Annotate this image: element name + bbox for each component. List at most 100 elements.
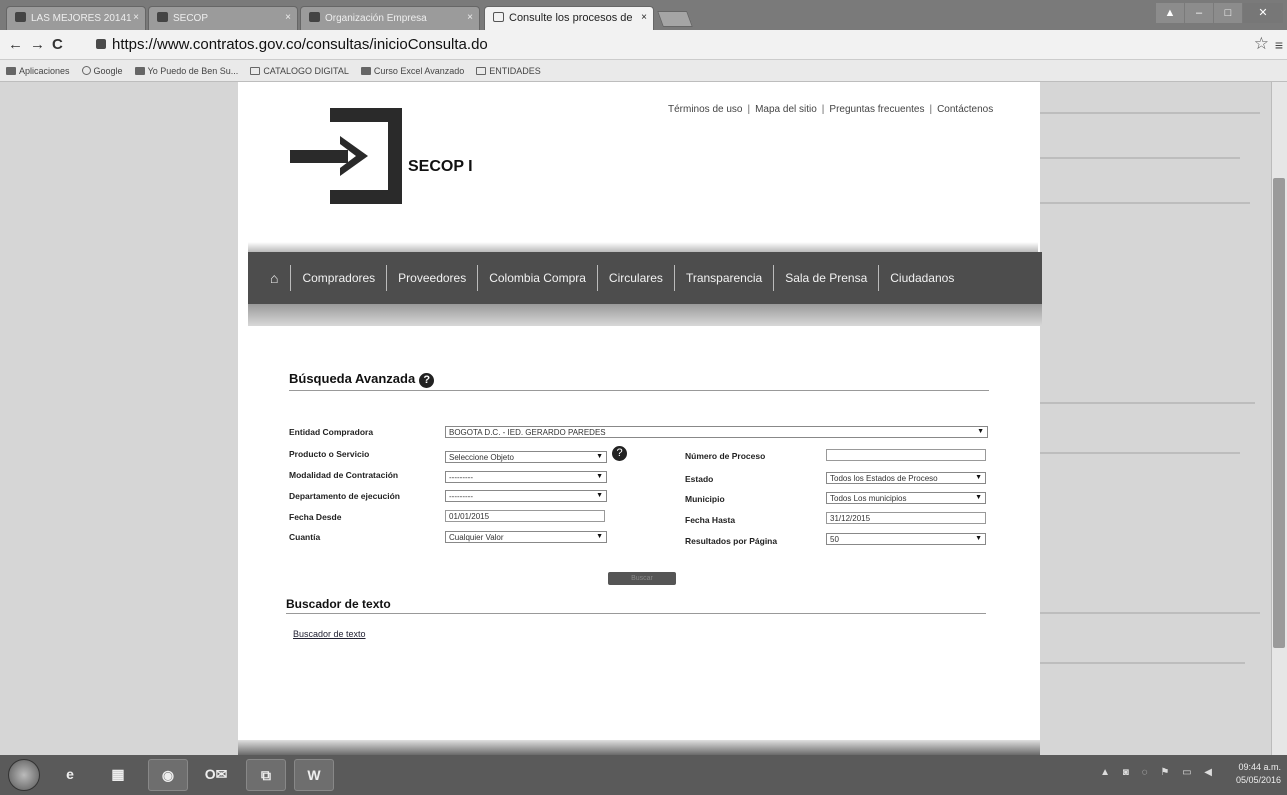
scrollbar[interactable] bbox=[1271, 82, 1287, 755]
nav-shadow bbox=[248, 242, 1038, 252]
advanced-search-title: Búsqueda Avanzada bbox=[289, 371, 416, 386]
url-text: https://www.contratos.gov.co/consultas/i… bbox=[112, 36, 488, 53]
estado-select[interactable]: Todos los Estados de Proceso ▼ bbox=[826, 472, 986, 484]
reload-icon[interactable]: C bbox=[52, 36, 63, 53]
help-icon[interactable]: ? bbox=[419, 373, 435, 388]
bookmark-catalogo[interactable]: CATALOGO DIGITAL bbox=[250, 66, 349, 76]
link-preguntas[interactable]: Preguntas frecuentes bbox=[829, 104, 924, 115]
numero-proceso-input[interactable] bbox=[826, 449, 986, 461]
address-bar[interactable]: https://www.contratos.gov.co/consultas/i… bbox=[96, 34, 1256, 56]
background-line bbox=[1040, 202, 1250, 204]
forward-arrow-icon[interactable]: → bbox=[30, 36, 45, 53]
nav-bottom-band bbox=[248, 304, 1042, 326]
search-button[interactable]: Buscar bbox=[608, 572, 676, 585]
bookmark-google[interactable]: Google bbox=[81, 65, 123, 76]
tab-1-label: LAS MEJORES 20141 bbox=[31, 13, 132, 24]
nav-colombia-compra[interactable]: Colombia Compra bbox=[477, 265, 597, 291]
menu-icon[interactable]: ≡ bbox=[1275, 37, 1283, 53]
maximize-button[interactable]: □ bbox=[1214, 3, 1242, 23]
nav-ciudadanos[interactable]: Ciudadanos bbox=[878, 265, 965, 291]
bookmark-label: Aplicaciones bbox=[19, 65, 70, 76]
snipping-tool-icon[interactable]: ⧉ bbox=[246, 759, 286, 791]
chevron-down-icon: ▼ bbox=[975, 494, 982, 501]
google-icon bbox=[81, 65, 91, 75]
chrome-icon[interactable]: ◉ bbox=[148, 759, 188, 791]
close-icon[interactable]: × bbox=[467, 12, 473, 23]
separator: | bbox=[747, 104, 751, 115]
producto-value: Seleccione Objeto bbox=[449, 453, 514, 462]
chevron-down-icon: ▼ bbox=[596, 533, 603, 540]
modalidad-value: --------- bbox=[449, 473, 473, 482]
file-explorer-icon[interactable]: ▦ bbox=[98, 759, 138, 791]
divider bbox=[286, 613, 986, 614]
apps-icon bbox=[6, 66, 16, 75]
text-search-link[interactable]: Buscador de texto bbox=[293, 629, 366, 639]
tab-4-active[interactable]: Consulte los procesos de × bbox=[484, 6, 654, 30]
resultados-value: 50 bbox=[830, 535, 839, 544]
scrollbar-thumb[interactable] bbox=[1273, 178, 1285, 648]
link-contactenos[interactable]: Contáctenos bbox=[937, 104, 993, 115]
close-window-button[interactable]: ✕ bbox=[1243, 3, 1283, 23]
tab-strip: LAS MEJORES 20141 × SECOP × Organización… bbox=[0, 0, 1287, 30]
new-tab-button[interactable] bbox=[657, 11, 693, 27]
chevron-down-icon: ▼ bbox=[596, 453, 603, 460]
municipio-value: Todos Los municipios bbox=[830, 494, 907, 503]
tab-1[interactable]: LAS MEJORES 20141 × bbox=[6, 6, 146, 30]
link-terminos[interactable]: Términos de uso bbox=[668, 104, 742, 115]
lock-icon bbox=[96, 39, 106, 49]
bookmark-entidades[interactable]: ENTIDADES bbox=[476, 66, 541, 76]
link-mapa[interactable]: Mapa del sitio bbox=[755, 104, 817, 115]
producto-select[interactable]: Seleccione Objeto ▼ bbox=[445, 451, 607, 463]
bookmark-apps[interactable]: Aplicaciones bbox=[6, 66, 70, 76]
bookmark-curso-excel[interactable]: Curso Excel Avanzado bbox=[360, 66, 464, 76]
municipio-select[interactable]: Todos Los municipios ▼ bbox=[826, 492, 986, 504]
minimize-button[interactable]: – bbox=[1185, 3, 1213, 23]
close-icon[interactable]: × bbox=[641, 12, 647, 23]
secop-page: Términos de uso | Mapa del sitio | Preguntas… bbox=[238, 82, 1042, 755]
divider bbox=[289, 390, 989, 391]
label-resultados: Resultados por Página bbox=[685, 536, 778, 546]
system-tray[interactable]: ▲ ◙ ◌ ⚑ ▭ ◀ bbox=[1100, 767, 1217, 778]
label-entidad: Entidad Compradora bbox=[289, 427, 374, 437]
departamento-select[interactable]: --------- ▼ bbox=[445, 490, 607, 502]
folder-icon bbox=[476, 66, 487, 75]
star-icon[interactable]: ☆ bbox=[1254, 34, 1269, 54]
bookmark-label: CATALOGO DIGITAL bbox=[263, 65, 349, 76]
chevron-down-icon: ▼ bbox=[596, 473, 603, 480]
fecha-desde-input[interactable]: 01/01/2015 bbox=[445, 510, 605, 522]
internet-explorer-icon[interactable]: e bbox=[50, 759, 90, 791]
background-line bbox=[1040, 452, 1240, 454]
home-icon[interactable]: ⌂ bbox=[270, 265, 290, 291]
outlook-icon[interactable]: O✉ bbox=[196, 759, 236, 791]
entidad-select[interactable]: BOGOTA D.C. - IED. GERARDO PAREDES ▼ bbox=[445, 426, 988, 438]
modalidad-select[interactable]: --------- ▼ bbox=[445, 471, 607, 483]
separator: | bbox=[929, 104, 933, 115]
video-icon bbox=[15, 12, 26, 22]
bookmark-yo-puedo[interactable]: Yo Puedo de Ben Su... bbox=[134, 66, 238, 76]
main-nav: ⌂ Compradores Proveedores Colombia Compr… bbox=[248, 252, 1042, 304]
user-icon[interactable]: ▲ bbox=[1156, 3, 1184, 23]
nav-sala-de-prensa[interactable]: Sala de Prensa bbox=[773, 265, 878, 291]
nav-proveedores[interactable]: Proveedores bbox=[386, 265, 477, 291]
clock[interactable]: 09:44 a.m. 05/05/2016 bbox=[1236, 761, 1281, 787]
page-icon bbox=[157, 12, 168, 22]
label-modalidad: Modalidad de Contratación bbox=[289, 470, 399, 480]
tab-2[interactable]: SECOP × bbox=[148, 6, 298, 30]
windows-start-icon[interactable] bbox=[8, 759, 40, 791]
bookmark-label: Google bbox=[93, 65, 123, 76]
taskbar: e ▦ ◉ O✉ ⧉ W ▲ ◙ ◌ ⚑ ▭ ◀ 09:44 a.m. 05/0… bbox=[0, 755, 1287, 795]
tab-3[interactable]: Organización Empresa × bbox=[300, 6, 480, 30]
nav-transparencia[interactable]: Transparencia bbox=[673, 265, 773, 291]
close-icon[interactable]: × bbox=[285, 12, 291, 23]
label-fecha-desde: Fecha Desde bbox=[289, 512, 342, 522]
resultados-select[interactable]: 50 ▼ bbox=[826, 533, 986, 545]
word-icon[interactable]: W bbox=[294, 759, 334, 791]
help-icon[interactable]: ? bbox=[612, 446, 627, 461]
fecha-hasta-input[interactable]: 31/12/2015 bbox=[826, 512, 986, 524]
nav-circulares[interactable]: Circulares bbox=[596, 265, 674, 291]
page-bottom-band bbox=[238, 740, 1040, 755]
cuantia-select[interactable]: Cualquier Valor ▼ bbox=[445, 531, 607, 543]
close-icon[interactable]: × bbox=[133, 12, 139, 23]
nav-compradores[interactable]: Compradores bbox=[290, 265, 386, 291]
back-arrow-icon[interactable]: ← bbox=[8, 36, 23, 53]
